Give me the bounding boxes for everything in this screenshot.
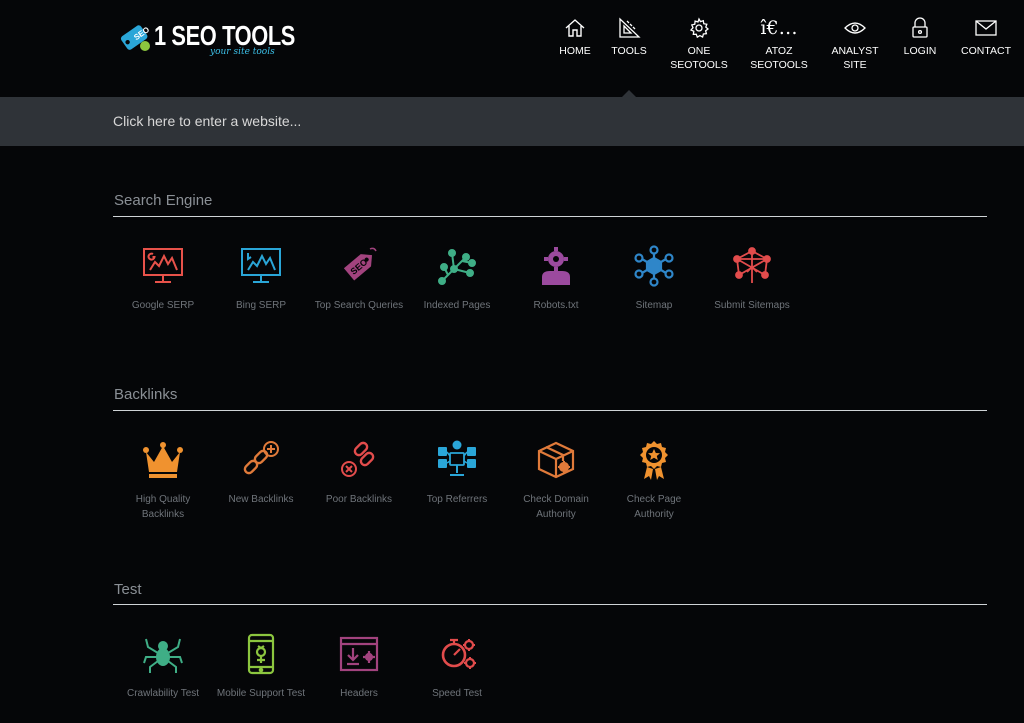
section-divider [113,604,987,605]
tool-submit-sitemaps[interactable]: Submit Sitemaps [707,244,797,313]
robot-user-icon [534,244,578,288]
tool-mobile-support-test[interactable]: Mobile Support Test [216,632,306,701]
envelope-icon [974,14,998,42]
seo-tag-icon: SEO [337,244,381,288]
spider-icon [141,632,185,676]
nav-login[interactable]: LOGIN [885,14,955,58]
nav-one-seotools-label: ONE SEOTOOLS [670,45,728,71]
website-search-bar [0,97,1024,146]
tool-check-page-authority[interactable]: Check Page Authority [609,438,699,522]
gear-icon [688,14,710,42]
tool-label: Bing SERP [235,300,287,311]
nav-atoz-seotools[interactable]: î€… ATOZ SEOTOOLS [744,14,814,72]
nav-one-seotools[interactable]: ONE SEOTOOLS [664,14,734,72]
nav-home-label: HOME [559,45,591,57]
tool-label: Headers [340,688,378,699]
ie-glyph: î€… [760,17,798,39]
box-gear-icon [534,438,578,482]
tool-label: Sitemap [635,300,673,311]
section-title-search-engine: Search Engine [114,192,213,209]
tool-crawlability-test[interactable]: Crawlability Test [118,632,208,701]
nav-tools[interactable]: TOOLS [594,14,664,58]
sitemap-hub-icon [632,244,676,288]
tool-label: Robots.txt [533,300,579,311]
google-serp-icon [141,244,185,288]
tool-new-backlinks[interactable]: New Backlinks [216,438,306,507]
mobile-icon [239,632,283,676]
speed-gears-icon [435,632,479,676]
tool-check-domain-authority[interactable]: Check Domain Authority [511,438,601,522]
submit-network-icon [730,244,774,288]
nav-analyst-site-label: ANALYST SITE [831,45,879,71]
nav-atoz-seotools-label: ATOZ SEOTOOLS [750,45,808,71]
section-divider [113,216,987,217]
tool-high-quality-backlinks[interactable]: High Quality Backlinks [118,438,208,522]
tool-label: Check Domain Authority [523,494,589,520]
website-url-input[interactable] [113,109,983,133]
chain-plus-icon [239,438,283,482]
tool-label: Indexed Pages [423,300,491,311]
social-referrers-icon [435,438,479,482]
seo-tag-logo-icon: SEO [118,20,152,52]
nav-login-label: LOGIN [903,45,937,57]
tool-bing-serp[interactable]: Bing SERP [216,244,306,313]
nav-contact[interactable]: CONTACT [951,14,1021,58]
tool-speed-test[interactable]: Speed Test [412,632,502,701]
tool-label: Speed Test [432,688,482,699]
tool-label: Check Page Authority [626,494,682,520]
chain-x-icon [337,438,381,482]
main-nav: HOME TOOLS ONE SEOTOOLS î€… ATOZ SEOTOOL… [540,14,1024,84]
award-badge-icon [632,438,676,482]
network-tree-icon [435,244,479,288]
nav-tools-label: TOOLS [611,45,647,57]
top-header: SEO 1 SEO TOOLS your site tools HOME TOO… [0,0,1024,97]
nav-contact-label: CONTACT [961,45,1011,57]
tool-label: Top Referrers [426,494,488,505]
tool-label: Crawlability Test [126,688,200,699]
eye-icon [843,14,867,42]
tool-label: Submit Sitemaps [714,300,790,311]
browser-download-icon [337,632,381,676]
section-divider [113,410,987,411]
active-nav-caret [622,90,636,97]
tool-label: New Backlinks [228,494,294,505]
tool-poor-backlinks[interactable]: Poor Backlinks [314,438,404,507]
tool-sitemap[interactable]: Sitemap [609,244,699,313]
lock-icon [911,14,929,42]
tool-label: High Quality Backlinks [135,494,191,520]
tools-icon [617,14,641,42]
tool-google-serp[interactable]: Google SERP [118,244,208,313]
crown-icon [141,438,185,482]
tool-label: Google SERP [131,300,195,311]
tool-label: Poor Backlinks [325,494,393,505]
brand-logo[interactable]: SEO 1 SEO TOOLS your site tools [118,16,295,57]
nav-analyst-site[interactable]: ANALYST SITE [820,14,890,72]
tool-indexed-pages[interactable]: Indexed Pages [412,244,502,313]
tool-headers[interactable]: Headers [314,632,404,701]
section-title-backlinks: Backlinks [114,386,178,403]
tool-label: Mobile Support Test [216,688,306,699]
tool-robots-txt[interactable]: Robots.txt [511,244,601,313]
tool-top-search-queries[interactable]: SEO Top Search Queries [314,244,404,313]
tool-label: Top Search Queries [314,300,404,311]
section-title-test: Test [114,581,142,598]
home-icon [564,14,586,42]
logo-subtext: your site tools [210,47,275,57]
tool-top-referrers[interactable]: Top Referrers [412,438,502,507]
bing-serp-icon [239,244,283,288]
